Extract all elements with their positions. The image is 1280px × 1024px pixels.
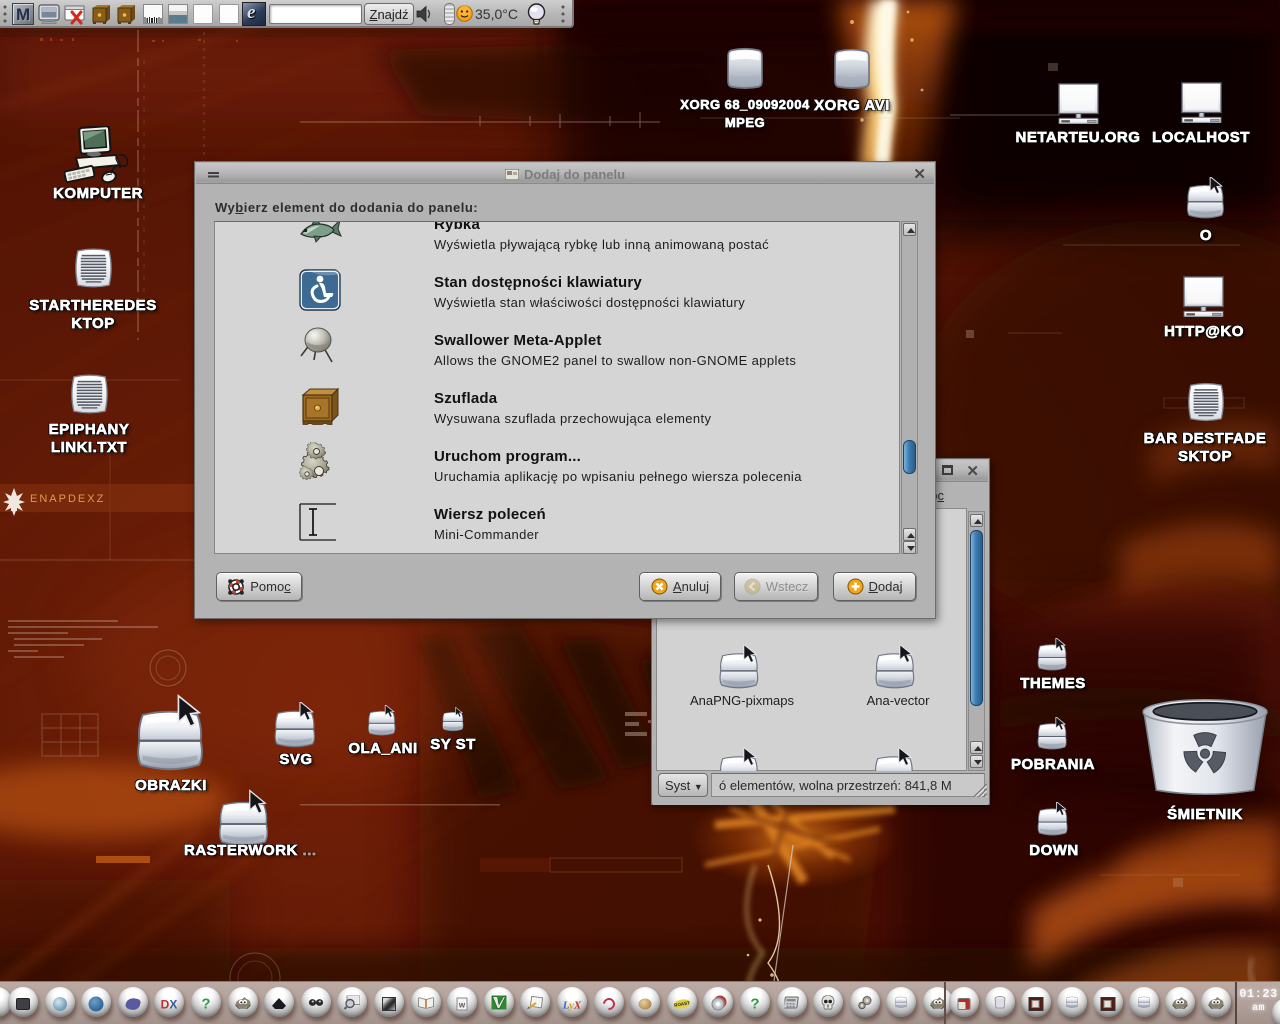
svg-text:ENAPDEXZ: ENAPDEXZ [30, 493, 105, 505]
